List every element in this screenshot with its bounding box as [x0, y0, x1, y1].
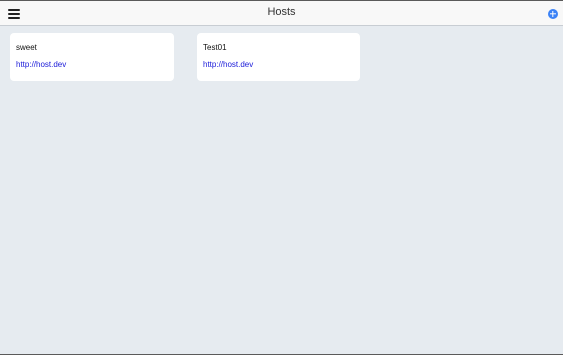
menu-line — [8, 9, 20, 11]
menu-line — [8, 17, 20, 19]
page-title: Hosts — [267, 6, 296, 18]
add-host-icon[interactable] — [548, 9, 558, 19]
hamburger-menu-icon[interactable] — [8, 8, 20, 19]
host-name: Test01 — [203, 43, 227, 52]
host-card[interactable]: Test01 http://host.dev — [197, 33, 360, 81]
host-card[interactable]: sweet http://host.dev — [10, 33, 174, 81]
host-url-link[interactable]: http://host.dev — [203, 59, 360, 71]
top-bar: Hosts — [0, 1, 563, 26]
app-window: Hosts sweet http://host.dev Test01 http:… — [0, 0, 563, 355]
menu-line — [8, 13, 20, 15]
host-url-link[interactable]: http://host.dev — [16, 59, 174, 71]
host-name: sweet — [16, 43, 37, 52]
